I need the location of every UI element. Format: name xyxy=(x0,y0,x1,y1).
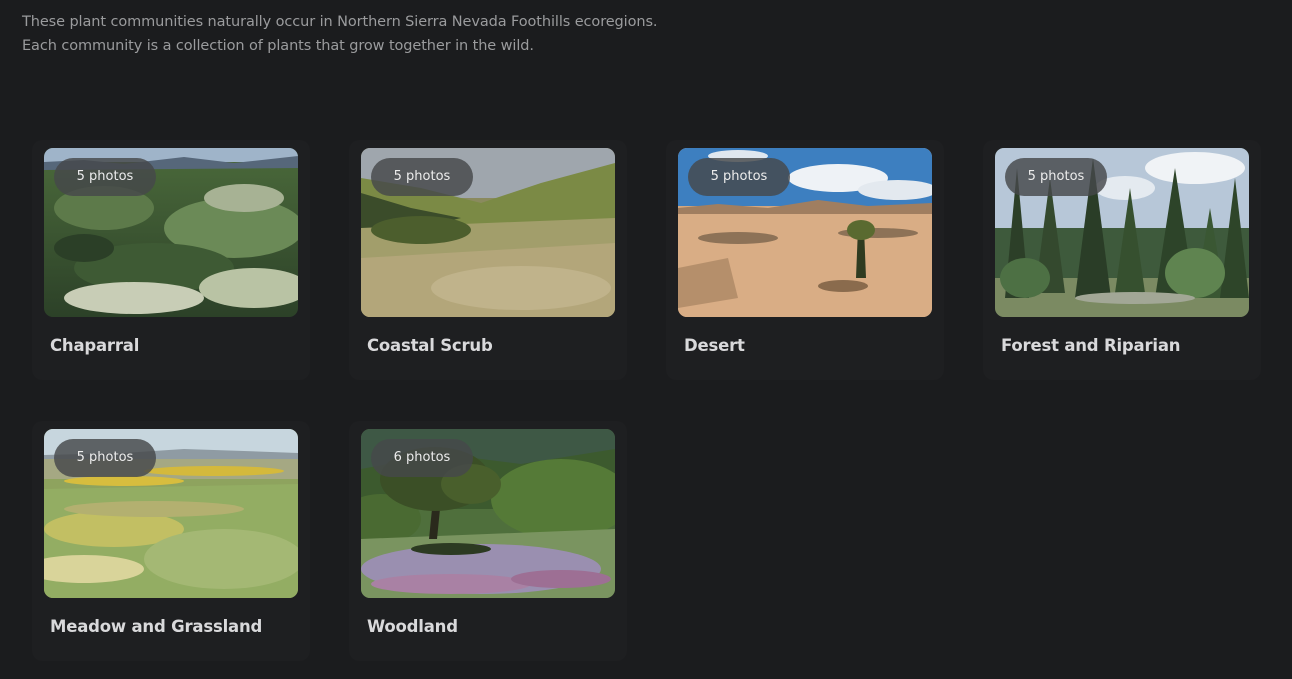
community-card-meadow-grassland[interactable]: 5 photos Meadow and Grassland xyxy=(32,421,310,661)
woodland-photo[interactable]: 6 photos xyxy=(361,429,615,598)
intro-text: These plant communities naturally occur … xyxy=(22,11,658,58)
community-title[interactable]: Coastal Scrub xyxy=(367,336,493,355)
photo-count-badge[interactable]: 5 photos xyxy=(54,439,156,477)
photo-count-badge[interactable]: 5 photos xyxy=(1005,158,1107,196)
meadow-grassland-photo[interactable]: 5 photos xyxy=(44,429,298,598)
community-title[interactable]: Chaparral xyxy=(50,336,139,355)
community-card-forest-riparian[interactable]: 5 photos Forest and Riparian xyxy=(983,140,1261,380)
community-card-desert[interactable]: 5 photos Desert xyxy=(666,140,944,380)
desert-photo[interactable]: 5 photos xyxy=(678,148,932,317)
coastal-scrub-photo[interactable]: 5 photos xyxy=(361,148,615,317)
community-title[interactable]: Desert xyxy=(684,336,745,355)
intro-line-2: Each community is a collection of plants… xyxy=(22,37,534,54)
community-title[interactable]: Meadow and Grassland xyxy=(50,617,262,636)
community-card-woodland[interactable]: 6 photos Woodland xyxy=(349,421,627,661)
forest-riparian-photo[interactable]: 5 photos xyxy=(995,148,1249,317)
community-card-chaparral[interactable]: 5 photos Chaparral xyxy=(32,140,310,380)
photo-count-badge[interactable]: 6 photos xyxy=(371,439,473,477)
intro-line-1: These plant communities naturally occur … xyxy=(22,14,658,30)
photo-count-badge[interactable]: 5 photos xyxy=(54,158,156,196)
photo-count-badge[interactable]: 5 photos xyxy=(371,158,473,196)
photo-count-badge[interactable]: 5 photos xyxy=(688,158,790,196)
community-title[interactable]: Forest and Riparian xyxy=(1001,336,1181,355)
community-title[interactable]: Woodland xyxy=(367,617,458,636)
chaparral-photo[interactable]: 5 photos xyxy=(44,148,298,317)
community-card-coastal-scrub[interactable]: 5 photos Coastal Scrub xyxy=(349,140,627,380)
